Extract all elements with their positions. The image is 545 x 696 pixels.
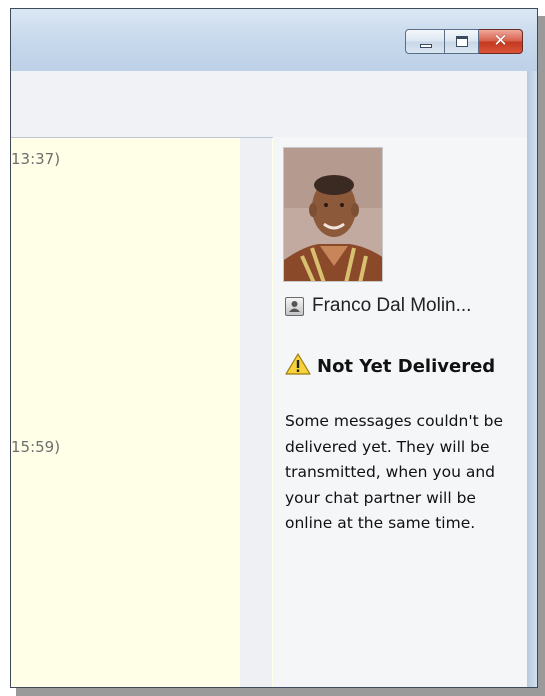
toolbar-area: [11, 71, 529, 137]
chat-scrollbar[interactable]: [240, 138, 490, 687]
close-icon: ✕: [493, 31, 508, 51]
chat-window: ✕ 13:37) 15:59) Franco Dal Molin... Not …: [10, 8, 538, 688]
contact-row[interactable]: Franco Dal Molin...: [285, 295, 471, 317]
delivery-status-message: Some messages couldn't be delivered yet.…: [285, 412, 503, 532]
warning-icon: [285, 353, 311, 375]
delivery-status-heading: Not Yet Delivered: [317, 356, 496, 377]
title-bar[interactable]: ✕: [11, 9, 537, 71]
window-frame-edge: [527, 71, 537, 687]
contact-avatar[interactable]: [283, 147, 383, 282]
delivery-status-title: Not Yet Delivered: [285, 353, 510, 379]
window-client-area: 13:37) 15:59) Franco Dal Molin... Not Ye…: [11, 71, 529, 687]
minimize-button[interactable]: [405, 29, 445, 54]
contact-card-icon: [285, 296, 304, 316]
message-timestamp: 13:37): [11, 150, 61, 168]
minimize-icon: [420, 44, 432, 48]
close-button[interactable]: ✕: [479, 29, 523, 54]
contact-name: Franco Dal Molin...: [312, 295, 472, 316]
caption-buttons: ✕: [405, 29, 523, 54]
maximize-button[interactable]: [445, 29, 479, 54]
message-timestamp: 15:59): [11, 438, 61, 456]
chat-history-panel[interactable]: 13:37) 15:59): [11, 137, 490, 687]
contact-side-panel: Franco Dal Molin... Not Yet Delivered So…: [273, 137, 529, 687]
avatar-photo: [284, 148, 382, 281]
maximize-icon: [456, 36, 468, 47]
